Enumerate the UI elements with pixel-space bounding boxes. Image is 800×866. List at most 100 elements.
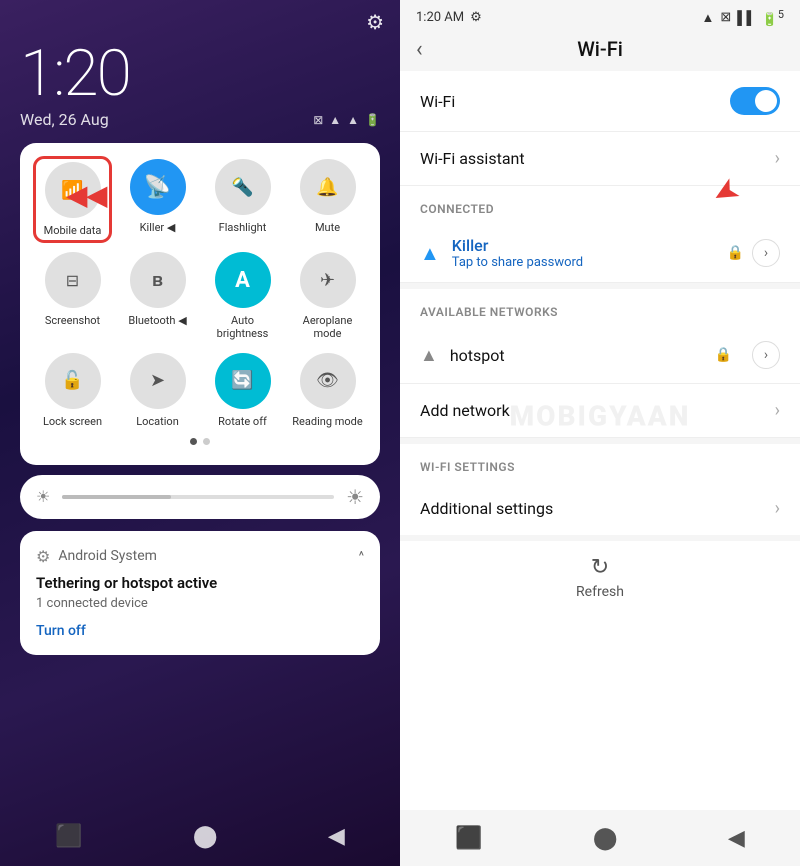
connected-section: CONNECTED ▲ Killer Tap to share password… — [400, 186, 800, 283]
qs-item-aeroplane[interactable]: ✈ Aeroplane mode — [291, 252, 364, 340]
killer-icon-circle: 📡 — [130, 159, 186, 215]
quick-settings-panel: 📶 Mobile data ▲ 📡 Killer ◀ ◀◀ 🔦 Flashlig… — [20, 143, 380, 465]
wifi-assistant-row[interactable]: Wi-Fi assistant › — [400, 132, 800, 186]
qs-item-lock-screen[interactable]: 🔓 Lock screen — [36, 353, 109, 428]
nav-home-left[interactable]: ⬤ — [193, 824, 218, 849]
available-section-label: AVAILABLE NETWORKS — [400, 289, 800, 327]
add-network-row[interactable]: Add network › — [400, 384, 800, 438]
nav-square-right[interactable]: ⬛ — [455, 826, 482, 851]
clock-time: 1:20 — [20, 42, 380, 106]
bluetooth-icon: ʙ — [152, 270, 163, 291]
status-gear-icon: ⚙ — [470, 10, 482, 25]
status-bars-icon: ▌▌ — [737, 10, 755, 26]
wifi-content: Wi-Fi Wi-Fi assistant › CONNECTED ▲ Kill… — [400, 71, 800, 810]
wifi-toggle-row: Wi-Fi — [400, 71, 800, 132]
qs-item-bluetooth[interactable]: ʙ Bluetooth ◀ — [121, 252, 194, 340]
wifi-header: ‹ Wi-Fi — [400, 31, 800, 71]
notif-header: ⚙ Android System ^ — [36, 547, 364, 566]
right-panel-inner: 1:20 AM ⚙ ▲ ⊠ ▌▌ 🔋5 ‹ Wi-Fi Wi-Fi — [400, 0, 800, 866]
qs-item-killer[interactable]: 📡 Killer ◀ ◀◀ — [121, 159, 194, 240]
additional-settings-row[interactable]: Additional settings › — [400, 482, 800, 535]
aeroplane-icon: ✈ — [320, 270, 335, 291]
hotspot-label: hotspot — [450, 346, 703, 365]
flashlight-icon: 🔦 — [231, 177, 253, 198]
location-icon: ➤ — [150, 370, 165, 391]
android-system-icon: ⚙ — [36, 547, 50, 566]
gear-icon[interactable]: ⚙ — [366, 10, 384, 34]
mobile-data-label: Mobile data — [44, 224, 102, 237]
auto-brightness-icon-circle: A — [215, 252, 271, 308]
connected-network-row[interactable]: ▲ Killer Tap to share password 🔒 › ➤ — [400, 224, 800, 283]
network-icons: 🔒 › — [727, 239, 780, 267]
connected-wifi-icon: ▲ — [420, 241, 440, 266]
qs-grid: 📶 Mobile data ▲ 📡 Killer ◀ ◀◀ 🔦 Flashlig… — [36, 159, 364, 428]
back-button[interactable]: ‹ — [416, 37, 423, 62]
notif-app-name: Android System — [58, 548, 350, 564]
nav-back-right[interactable]: ◀ — [728, 826, 745, 851]
dot-indicator — [36, 438, 364, 449]
wifi-title: Wi-Fi — [577, 37, 623, 61]
rotate-off-icon: 🔄 — [231, 370, 253, 391]
left-panel: ⚙ 1:20 Wed, 26 Aug ⊠ ▲ ▲ 🔋 📶 Mobile data… — [0, 0, 400, 866]
bluetooth-label: Bluetooth ◀ — [128, 314, 186, 327]
wifi-toggle-switch[interactable] — [730, 87, 780, 115]
add-network-chevron: › — [775, 400, 780, 421]
qs-item-mute[interactable]: 🔔 Mute — [291, 159, 364, 240]
qs-item-reading-mode[interactable]: 👁 Reading mode — [291, 353, 364, 428]
wifi-settings-section-label: WI-FI SETTINGS — [400, 444, 800, 482]
battery-icon: 🔋5 — [762, 8, 784, 27]
status-right-icons: ▲ ⊠ ▌▌ 🔋5 — [702, 8, 784, 27]
screenshot-icon-circle: ⊟ — [45, 252, 101, 308]
qs-item-screenshot[interactable]: ⊟ Screenshot — [36, 252, 109, 340]
turn-off-button[interactable]: Turn off — [36, 623, 364, 639]
network-lock-icon: 🔒 — [727, 245, 744, 261]
aeroplane-icon-circle: ✈ — [300, 252, 356, 308]
wifi-assistant-chevron: › — [775, 148, 780, 169]
mute-label: Mute — [315, 221, 340, 234]
screenshot-icon: ⊟ — [66, 271, 79, 290]
wifi-settings-section: WI-FI SETTINGS Additional settings › — [400, 438, 800, 535]
additional-settings-label: Additional settings — [420, 499, 553, 518]
date-icons: ⊠ ▲ ▲ 🔋 — [313, 113, 380, 127]
brightness-slider[interactable] — [62, 495, 334, 499]
additional-settings-chevron: › — [775, 498, 780, 519]
wifi-toggle-label: Wi-Fi — [420, 92, 455, 111]
status-time-area: 1:20 AM ⚙ — [416, 10, 482, 25]
qs-item-auto-brightness[interactable]: A Auto brightness — [206, 252, 279, 340]
status-bar-left: ⚙ — [0, 0, 400, 38]
aeroplane-label: Aeroplane mode — [291, 314, 364, 340]
refresh-section[interactable]: ↻ Refresh — [400, 535, 800, 614]
hotspot-chevron-btn[interactable]: › — [752, 341, 780, 369]
brightness-low-icon: ☀ — [36, 487, 50, 506]
wifi-signal-icon: ▲ — [702, 10, 715, 26]
reading-mode-label: Reading mode — [292, 415, 362, 428]
flashlight-label: Flashlight — [219, 221, 267, 234]
nav-square-left[interactable]: ⬛ — [55, 824, 82, 849]
nav-bar-left: ⬛ ⬤ ◀ — [0, 806, 400, 866]
qs-item-rotate-off[interactable]: 🔄 Rotate off — [206, 353, 279, 428]
refresh-label: Refresh — [576, 584, 624, 600]
qs-item-location[interactable]: ➤ Location — [121, 353, 194, 428]
hotspot-row[interactable]: ▲ hotspot 🔒 › — [400, 327, 800, 384]
nav-home-right[interactable]: ⬤ — [593, 826, 618, 851]
nav-bar-right: ⬛ ⬤ ◀ — [400, 810, 800, 866]
network-sub: Tap to share password — [452, 255, 715, 270]
status-time: 1:20 AM — [416, 10, 464, 25]
available-networks-section: AVAILABLE NETWORKS ▲ hotspot 🔒 › Add net… — [400, 283, 800, 438]
wifi-assistant-label: Wi-Fi assistant — [420, 149, 525, 168]
network-chevron-btn[interactable]: › — [752, 239, 780, 267]
dot-2 — [203, 438, 210, 445]
brightness-fill — [62, 495, 171, 499]
notification-card: ⚙ Android System ^ Tethering or hotspot … — [20, 531, 380, 655]
brightness-bar: ☀ ☀ — [20, 475, 380, 519]
screenshot-label: Screenshot — [45, 314, 100, 327]
network-info: Killer Tap to share password — [452, 236, 715, 270]
date-text: Wed, 26 Aug — [20, 110, 109, 129]
killer-label: Killer ◀ — [140, 221, 176, 234]
nav-back-left[interactable]: ◀ — [328, 824, 345, 849]
qs-item-flashlight[interactable]: 🔦 Flashlight — [206, 159, 279, 240]
rotate-off-icon-circle: 🔄 — [215, 353, 271, 409]
lock-screen-icon-circle: 🔓 — [45, 353, 101, 409]
refresh-icon: ↻ — [591, 555, 609, 580]
notif-sub: 1 connected device — [36, 596, 364, 611]
